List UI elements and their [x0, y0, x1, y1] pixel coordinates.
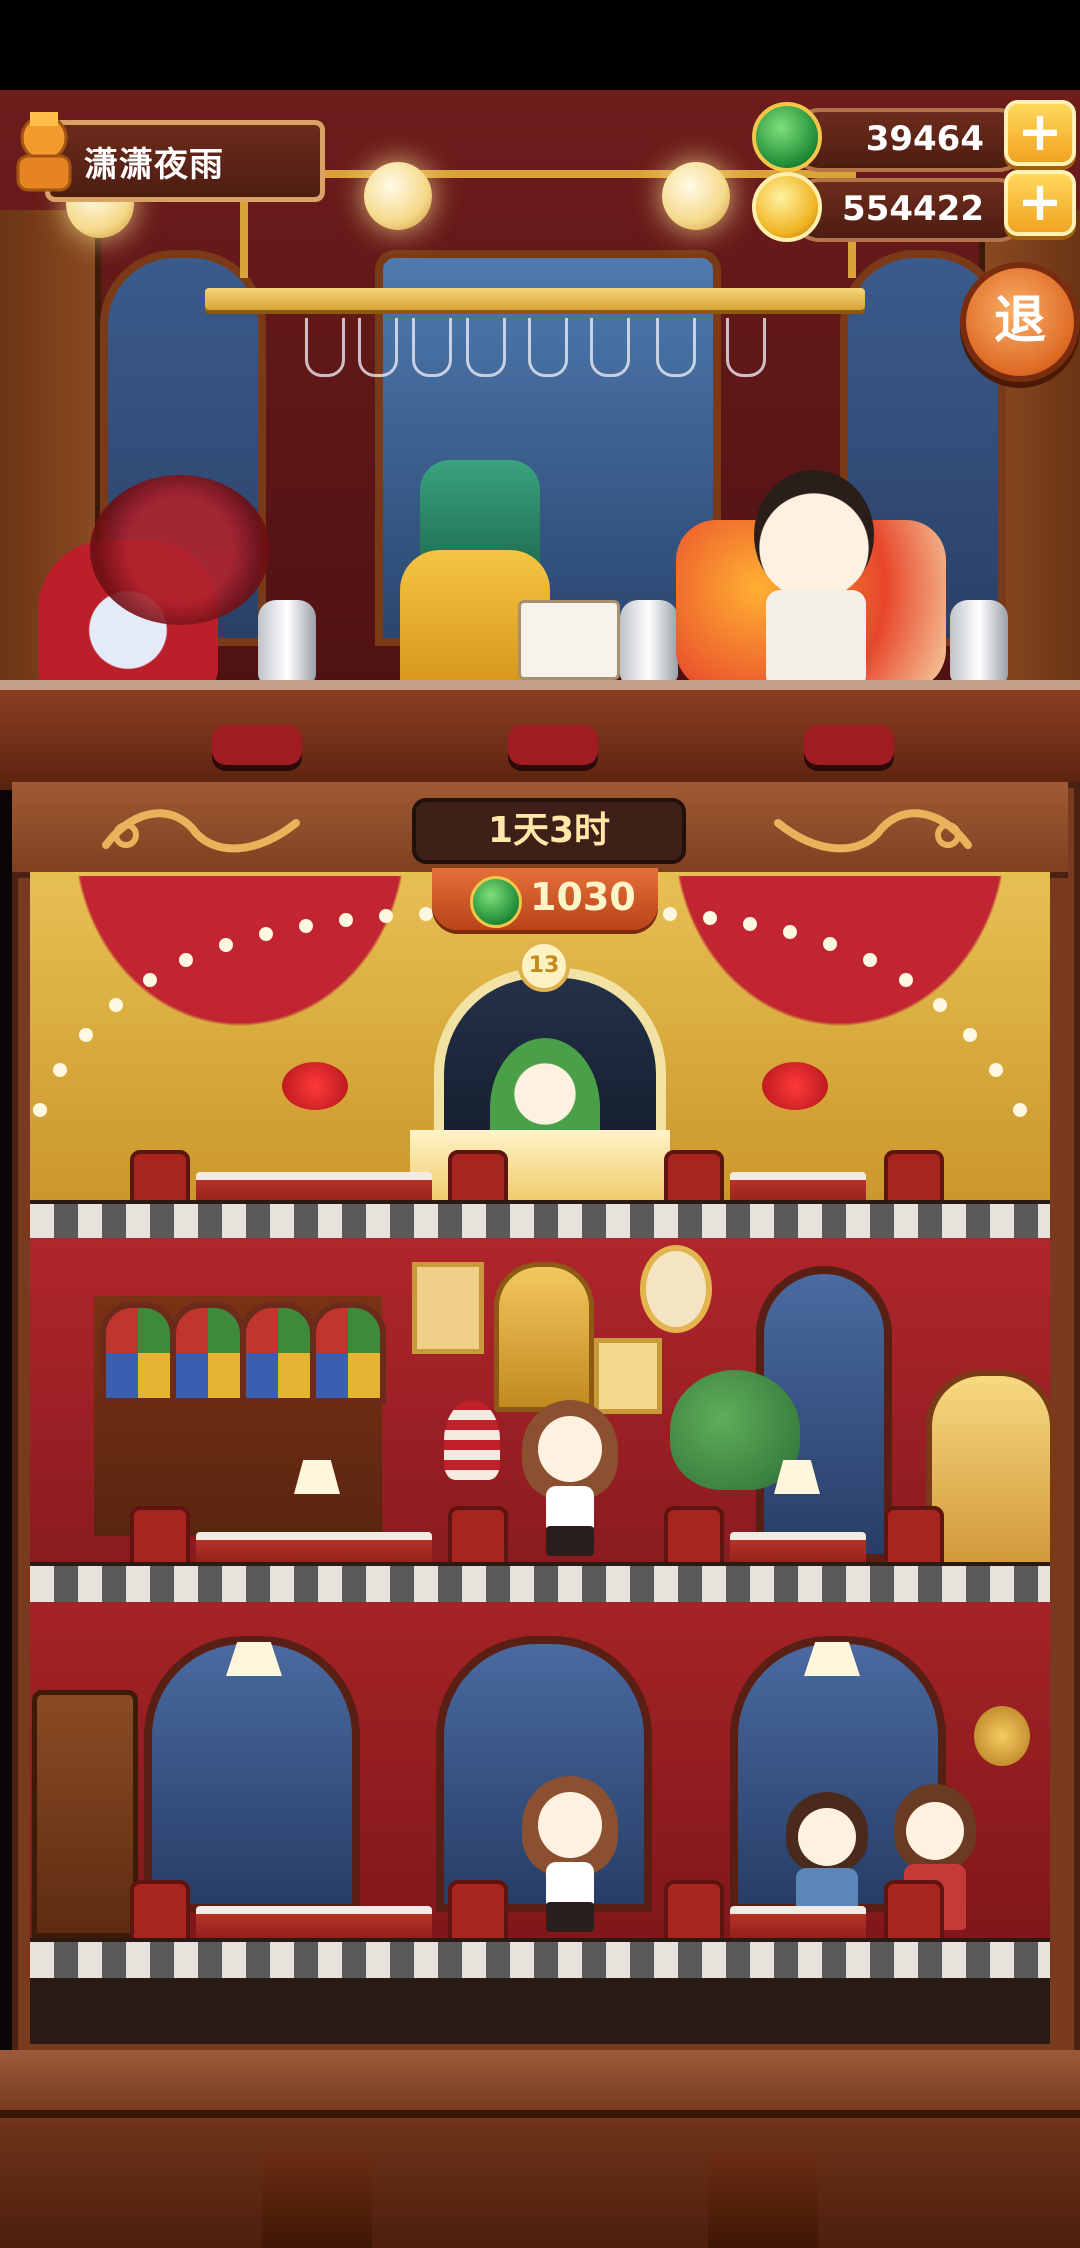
- floor-tiles: [30, 1200, 1050, 1240]
- coin-counter: 554422: [790, 178, 1028, 242]
- punch-bowl: [90, 475, 270, 625]
- coin-value: 554422: [842, 189, 984, 229]
- floor-tiles: [30, 1562, 1050, 1602]
- receptionist-character[interactable]: [520, 1776, 620, 1940]
- add-gems-button[interactable]: +: [1004, 100, 1076, 166]
- wood-trim: [0, 2110, 1080, 2118]
- green-gem-icon: [470, 876, 522, 928]
- jukebox[interactable]: [926, 1370, 1056, 1572]
- scroll-ornament-right: [774, 809, 972, 853]
- hotel-timer: 1天3时: [412, 798, 686, 864]
- status-bar: [0, 0, 1080, 90]
- rose-bouquet: [762, 1062, 828, 1110]
- bar-stool: [804, 725, 894, 765]
- wall-painting: [412, 1262, 484, 1354]
- open-book: [518, 600, 620, 680]
- glass-rack: [205, 288, 865, 310]
- floor-reward-value: 1030: [530, 875, 636, 919]
- cocktail-shaker: [620, 600, 678, 684]
- grandfather-clock: [32, 1690, 138, 1938]
- gem-value: 39464: [865, 119, 984, 159]
- waitress-character[interactable]: [520, 1400, 620, 1560]
- wine-glass: [656, 318, 696, 377]
- game-screen: 潇潇夜雨 39464 + 554422 + 退 1天3时 13 1030: [0, 0, 1080, 2248]
- stained-glass-panel: [100, 1302, 176, 1404]
- wine-glass: [305, 318, 345, 377]
- wood-post: [708, 2150, 818, 2248]
- stained-glass-panel: [240, 1302, 316, 1404]
- wine-glass: [590, 318, 630, 377]
- floor-reward-badge[interactable]: 1030: [432, 868, 658, 930]
- decorative-vase: [444, 1400, 500, 1480]
- arched-window: [144, 1636, 360, 1912]
- deer-trophy: [974, 1706, 1030, 1766]
- wine-glass: [358, 318, 398, 377]
- floor-sign: 13: [518, 940, 570, 992]
- wine-glass: [726, 318, 766, 377]
- customer-chef[interactable]: [676, 430, 946, 690]
- rose-bouquet: [282, 1062, 348, 1110]
- cocktail-shaker: [258, 600, 316, 684]
- bar-stool: [508, 725, 598, 765]
- ceiling-lamp: [662, 162, 730, 230]
- add-coins-button[interactable]: +: [1004, 170, 1076, 236]
- ceiling-lamp: [364, 162, 432, 230]
- bar-stool: [212, 725, 302, 765]
- floor-tiles: [30, 1938, 1050, 1978]
- golden-alcove: [494, 1262, 594, 1412]
- gem-counter: 39464: [790, 108, 1028, 172]
- gold-coin-icon: [752, 172, 822, 242]
- stained-glass-panel: [170, 1302, 246, 1404]
- wine-glass: [528, 318, 568, 377]
- scroll-ornament-left: [102, 809, 300, 853]
- building-foundation: [30, 1978, 1050, 2044]
- stained-glass-panel: [310, 1302, 386, 1404]
- green-gem-icon: [752, 102, 822, 172]
- player-name-plate[interactable]: 潇潇夜雨: [45, 120, 325, 202]
- bottom-wood-panel: [0, 2050, 1080, 2248]
- wine-glass: [412, 318, 452, 377]
- wall-portrait: [640, 1245, 712, 1333]
- wood-post: [262, 2150, 372, 2248]
- player-avatar-icon[interactable]: [8, 108, 80, 196]
- cocktail-shaker: [950, 600, 1008, 684]
- exit-button[interactable]: 退: [960, 262, 1080, 382]
- player-name: 潇潇夜雨: [84, 145, 224, 185]
- wine-glass: [466, 318, 506, 377]
